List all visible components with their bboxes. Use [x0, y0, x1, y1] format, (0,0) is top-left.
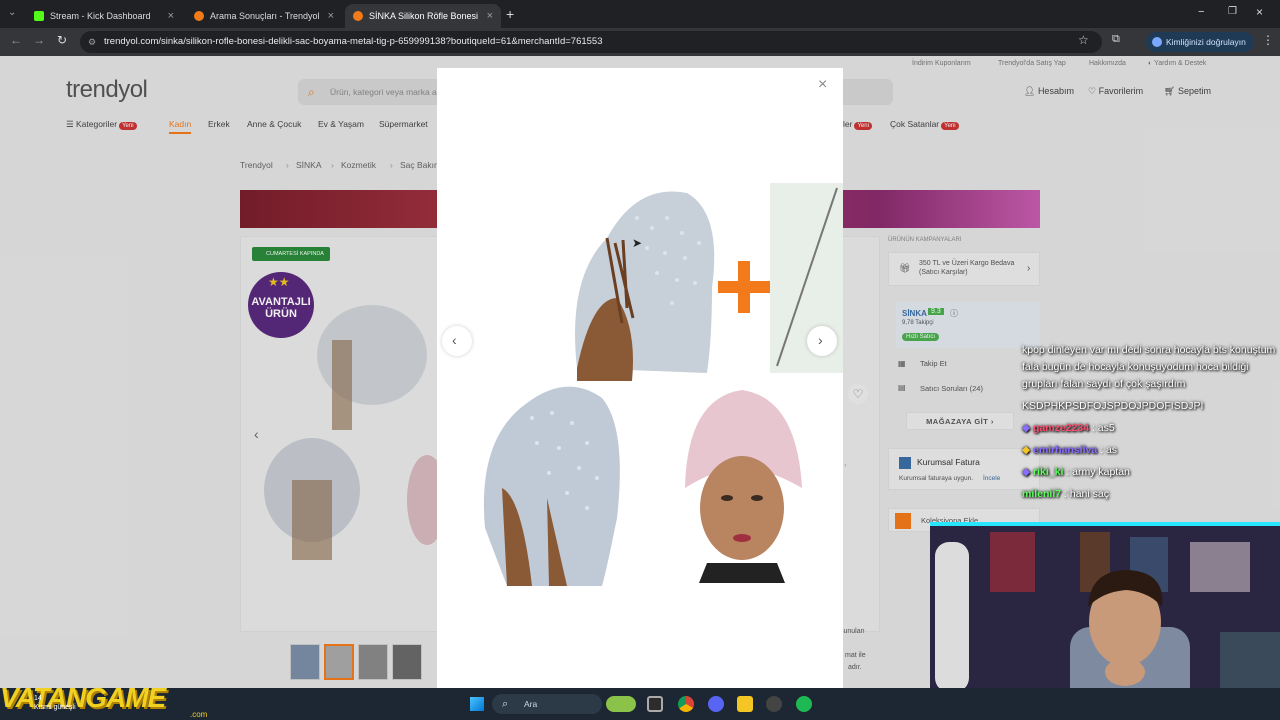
tab-menu-chevron-icon[interactable]: ⌄ — [8, 7, 16, 18]
reload-icon[interactable]: ↻ — [57, 33, 67, 47]
taskbar-search-label: Ara — [524, 699, 538, 709]
chat-username: gamze2234 — [1033, 422, 1090, 434]
tab-title: Stream - Kick Dashboard — [50, 11, 151, 21]
profile-verify-button[interactable]: Kimliğinizi doğrulayın — [1146, 32, 1254, 52]
mouse-cursor-icon: ➤ — [632, 236, 643, 250]
bookmark-star-icon[interactable]: ☆ — [1078, 33, 1089, 47]
chat-text: : hani saç — [1064, 488, 1109, 500]
weather-temp: 14 — [34, 695, 42, 702]
site-info-icon[interactable]: ⚙ — [88, 31, 96, 53]
browser-toolbar: ← → ↻ ⚙ trendyol.com/sinka/silikon-rofle… — [0, 28, 1280, 56]
stream-chat-overlay: kpop dinleyen var mı dedi sonra hocayla … — [1022, 342, 1280, 508]
tab-trendyol-search[interactable]: Arama Sonuçları - Trendyol × — [186, 4, 342, 28]
chat-message: ◆ emirhansilva : as — [1022, 442, 1280, 459]
forward-arrow-icon[interactable]: → — [33, 33, 45, 47]
chat-text: : army kaptan — [1066, 466, 1130, 478]
chat-username: milenii7 — [1022, 488, 1062, 500]
chat-user-icon: ◆ — [1022, 422, 1033, 434]
chevron-right-icon: › — [818, 332, 823, 348]
product-image-large — [483, 183, 843, 586]
chat-text: KSDPHKPSDFOJSPDOJPDOFISDJPI — [1022, 400, 1204, 412]
weather-desc: Kısmi güneşli — [34, 704, 76, 711]
maximize-icon[interactable]: ❐ — [1228, 6, 1237, 17]
obs-icon[interactable] — [766, 696, 782, 712]
close-tab-icon[interactable]: × — [168, 10, 174, 22]
file-explorer-icon[interactable] — [737, 696, 753, 712]
chat-text: : as5 — [1091, 422, 1115, 434]
modal-next-button[interactable]: › — [807, 326, 837, 356]
close-icon[interactable]: × — [818, 76, 827, 94]
chat-user-icon: ◆ — [1022, 466, 1033, 478]
new-tab-plus-icon[interactable]: + — [506, 6, 514, 22]
tab-title: Arama Sonuçları - Trendyol — [210, 11, 320, 21]
modal-prev-button[interactable]: ‹ — [442, 326, 472, 356]
vatangame-watermark: VATANGAME — [0, 682, 166, 713]
trendyol-favicon-icon — [194, 11, 204, 21]
kick-favicon-icon — [34, 11, 44, 21]
search-icon: ⌕ — [502, 698, 509, 710]
minimize-icon[interactable]: − — [1198, 6, 1204, 18]
chat-message: ◆ gamze2234 : as5 — [1022, 420, 1280, 437]
windows-start-icon[interactable] — [470, 697, 484, 711]
chat-message: kpop dinleyen var mı dedi sonra hocayla … — [1022, 342, 1280, 393]
chat-username: riki_ki — [1033, 466, 1064, 478]
close-tab-icon[interactable]: × — [487, 10, 493, 22]
extensions-icon[interactable]: ⧉ — [1112, 33, 1120, 46]
weather-widget: 14 Kısmi güneşli — [34, 694, 76, 712]
tab-sinka-product[interactable]: SİNKA Silikon Röfle Bonesi Deli × — [345, 4, 501, 28]
image-zoom-modal: ‹ › × ➤ — [437, 68, 843, 688]
chat-message: KSDPHKPSDFOJSPDOJPDOFISDJPI — [1022, 398, 1280, 415]
spotify-icon[interactable] — [796, 696, 812, 712]
chat-user-icon: ◆ — [1022, 444, 1033, 456]
close-tab-icon[interactable]: × — [328, 10, 334, 22]
more-menu-icon[interactable]: ⋮ — [1262, 33, 1274, 47]
task-view-icon[interactable] — [647, 696, 663, 712]
discord-icon[interactable] — [708, 696, 724, 712]
vatangame-watermark-sub: .com — [190, 710, 208, 719]
chat-username: emirhansilva — [1033, 444, 1098, 456]
widget-icon[interactable] — [606, 696, 636, 712]
trendyol-favicon-icon — [353, 11, 363, 21]
chat-text: : as — [1100, 444, 1118, 456]
chevron-left-icon: ‹ — [452, 332, 457, 348]
chat-text: kpop dinleyen var mı dedi sonra hocayla … — [1022, 344, 1276, 390]
tab-title: SİNKA Silikon Röfle Bonesi Deli — [369, 11, 481, 21]
tab-kick[interactable]: Stream - Kick Dashboard × — [26, 4, 182, 28]
browser-tabbar: ⌄ Stream - Kick Dashboard × Arama Sonuçl… — [0, 0, 1280, 28]
taskbar-search[interactable]: ⌕ Ara — [492, 694, 602, 714]
chat-message: ◆ riki_ki : army kaptan — [1022, 464, 1280, 481]
window-close-icon[interactable]: × — [1256, 5, 1263, 19]
chrome-icon[interactable] — [678, 696, 694, 712]
back-arrow-icon[interactable]: ← — [10, 33, 22, 47]
url-text: trendyol.com/sinka/silikon-rofle-bonesi-… — [104, 36, 603, 47]
chat-message: milenii7 : hani saç — [1022, 486, 1280, 503]
profile-avatar-icon — [1152, 37, 1162, 47]
profile-label: Kimliğinizi doğrulayın — [1166, 37, 1246, 47]
url-input[interactable]: ⚙ trendyol.com/sinka/silikon-rofle-bones… — [80, 31, 1102, 53]
